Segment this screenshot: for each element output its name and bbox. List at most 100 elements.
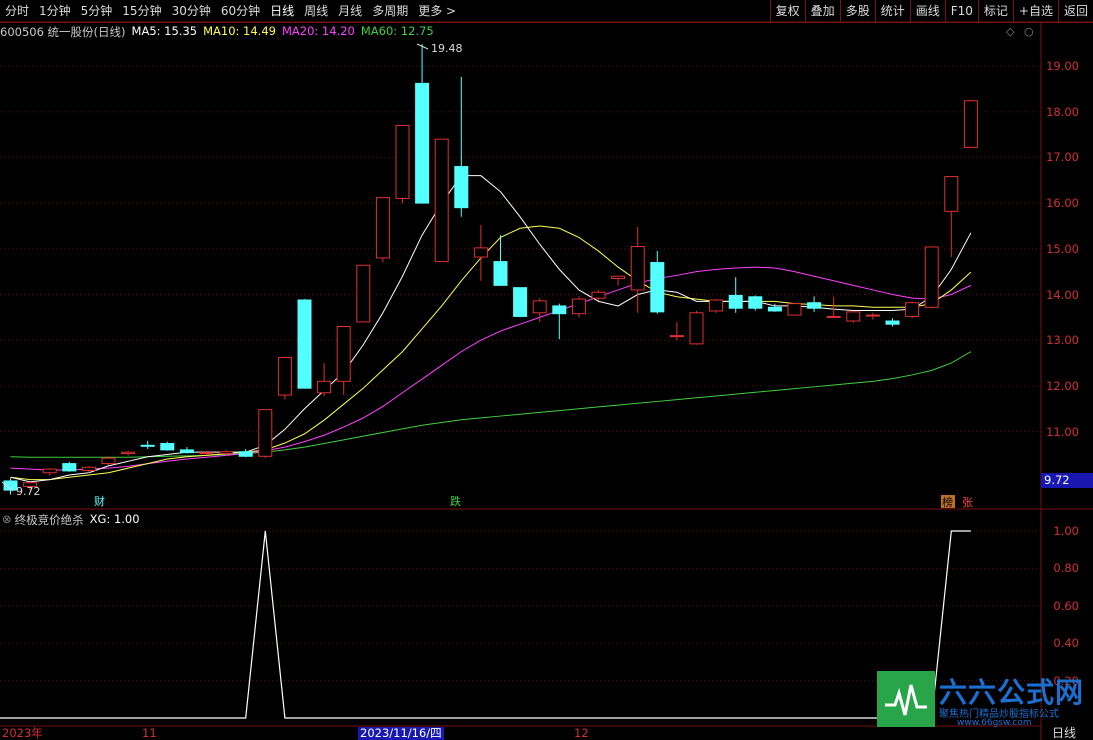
period-tab-5[interactable]: 60分钟 — [216, 0, 265, 22]
period-tab-0[interactable]: 分时 — [0, 0, 34, 22]
price-tick-label: 19.00 — [1046, 59, 1079, 73]
candle-down — [650, 262, 665, 313]
toolbar-button-1[interactable]: 叠加 — [804, 0, 840, 22]
toolbar-button-4[interactable]: 画线 — [909, 0, 945, 22]
candle-up — [23, 482, 38, 487]
period-toolbar: 分时 1分钟 5分钟 15分钟 30分钟 60分钟 日线 周线 月线 多周期 更多 > 复权 叠加 多股… — [0, 0, 1093, 23]
period-tab-9[interactable]: 多周期 — [367, 0, 413, 22]
low-label: 9.72 — [16, 485, 41, 498]
candle-up — [630, 246, 645, 291]
toolbar-button-5[interactable]: F10 — [944, 0, 978, 22]
candle-down — [140, 444, 155, 447]
indicator-info-bar: ⊗ 终极竞价绝杀 XG: 1.00 — [0, 512, 140, 528]
toolbar-button-6[interactable]: 标记 — [977, 0, 1013, 22]
candle-down — [767, 306, 782, 312]
toolbar-button-2[interactable]: 多股 — [839, 0, 875, 22]
candle-down — [728, 294, 743, 309]
bang-marker: 榜 — [942, 495, 953, 509]
candle-down — [493, 261, 508, 286]
logo-mark-icon — [877, 671, 935, 727]
toolbar-button-3[interactable]: 统计 — [874, 0, 910, 22]
ma5-value: MA5: 15.35 — [131, 24, 198, 38]
date-label-nov: 11 — [142, 726, 157, 740]
candle-down — [160, 442, 175, 451]
candle-up — [81, 466, 96, 471]
candle-up — [473, 247, 488, 258]
candle-up — [375, 197, 390, 259]
high-label: 19.48 — [431, 42, 463, 55]
candle-up — [924, 246, 939, 308]
zhang-marker: 张 — [962, 496, 973, 509]
date-label-cursor: 2023/11/16/四 — [358, 726, 444, 740]
candle-up — [395, 124, 410, 200]
circle-icon: ○ — [1024, 25, 1034, 38]
kline-chart[interactable]: 19.48 9.72 财 跌 榜 张 ◇ ○ — [0, 0, 1093, 740]
die-marker: 跌 — [450, 494, 461, 508]
candle-down — [885, 320, 900, 325]
period-tab-3[interactable]: 15分钟 — [117, 0, 166, 22]
price-tick-label: 11.00 — [1046, 424, 1079, 439]
candle-down — [3, 480, 18, 491]
price-tick-label: 15.00 — [1046, 241, 1079, 256]
candle-up — [336, 325, 351, 382]
indicator-name[interactable]: 终极竞价绝杀 — [15, 512, 84, 528]
indicator-tick-label: 0.40 — [1053, 636, 1079, 651]
candle-up — [963, 100, 978, 148]
stock-title: 600506 统一股份(日线) — [0, 25, 126, 39]
period-tab-6[interactable]: 日线 — [265, 0, 299, 22]
candle-down — [513, 287, 528, 317]
candle-down — [748, 296, 763, 309]
candle-up — [356, 264, 371, 323]
price-tick-label: 13.00 — [1046, 333, 1079, 348]
candle-up — [42, 468, 57, 474]
candle-up — [258, 409, 273, 457]
ma60-line — [10, 351, 972, 458]
tool-buttons: 复权 叠加 多股 统计 画线 F10 标记 +自选 返回 — [769, 0, 1093, 22]
period-tab-7[interactable]: 周线 — [299, 0, 333, 22]
candle-up — [905, 302, 920, 317]
candle-down — [552, 305, 567, 315]
date-label-year: 2023年 — [2, 726, 43, 740]
candle-up — [277, 357, 292, 396]
candle-up — [219, 451, 234, 455]
candle-up — [709, 299, 724, 312]
toolbar-button-8[interactable]: 返回 — [1057, 0, 1093, 22]
candle-up — [591, 291, 606, 299]
candle-down — [297, 299, 312, 389]
candle-up — [101, 457, 116, 465]
candle-up — [865, 314, 880, 317]
price-tick-label: 14.00 — [1046, 287, 1079, 302]
candle-down — [415, 82, 430, 204]
toolbar-button-0[interactable]: 复权 — [769, 0, 805, 22]
collapse-icon[interactable]: ⊗ — [2, 512, 12, 528]
candle-up — [944, 176, 959, 212]
candle-down — [62, 463, 77, 472]
date-label-dec: 12 — [574, 726, 589, 740]
candle-down — [454, 166, 469, 209]
ma10-value: MA10: 14.49 — [203, 24, 276, 38]
period-tab-1[interactable]: 1分钟 — [34, 0, 76, 22]
ma-info-bar: 600506 统一股份(日线) MA5: 15.35 MA10: 14.49 M… — [0, 24, 440, 40]
candle-up — [121, 451, 136, 455]
ma20-value: MA20: 14.20 — [281, 24, 355, 38]
candle-up — [532, 300, 547, 314]
period-tab-4[interactable]: 30分钟 — [167, 0, 216, 22]
toolbar-button-7[interactable]: +自选 — [1012, 0, 1058, 22]
candle-up — [199, 452, 214, 455]
candle-up — [571, 298, 586, 315]
status-period: 日线 — [1052, 726, 1077, 740]
indicator-value: XG: 1.00 — [89, 512, 140, 526]
candle-down — [807, 302, 822, 309]
candle-up — [434, 138, 449, 263]
candle-down — [179, 449, 194, 454]
xg-line — [0, 530, 971, 719]
indicator-tick-label: 1.00 — [1053, 524, 1079, 538]
ma60-value: MA60: 12.75 — [360, 24, 434, 38]
period-tab-10[interactable]: 更多 > — [413, 0, 461, 22]
ma10-line — [10, 225, 972, 481]
period-tab-2[interactable]: 5分钟 — [76, 0, 118, 22]
current-price-tag: 9.72 — [1041, 473, 1093, 488]
ma5-line — [10, 175, 972, 483]
diamond-icon: ◇ — [1006, 25, 1015, 38]
period-tab-8[interactable]: 月线 — [333, 0, 367, 22]
